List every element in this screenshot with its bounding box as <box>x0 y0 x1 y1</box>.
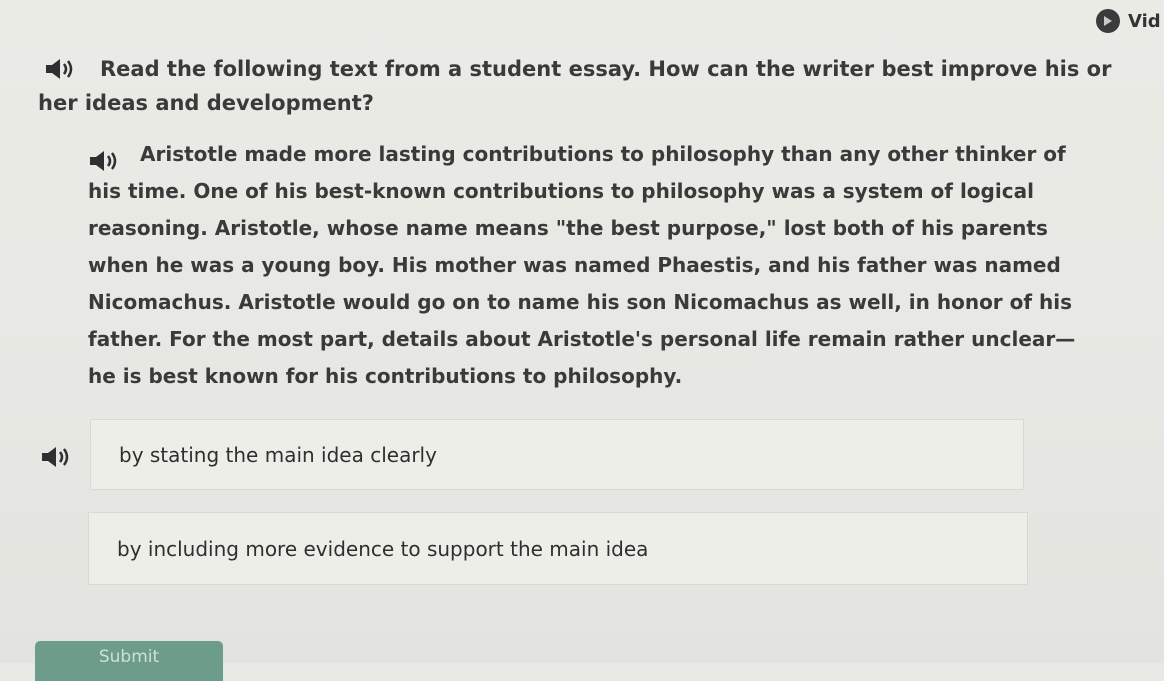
play-icon <box>1096 9 1120 33</box>
speaker-icon[interactable] <box>88 148 124 174</box>
answer-choice[interactable]: by stating the main idea clearly <box>90 419 1024 490</box>
page: Vid Read the following text from a stude… <box>0 0 1164 681</box>
speaker-icon[interactable] <box>44 56 80 82</box>
answer-choice-label: by including more evidence to support th… <box>117 536 649 561</box>
answer-choice-label: by stating the main idea clearly <box>119 442 437 467</box>
video-label: Vid <box>1128 10 1161 32</box>
video-button[interactable]: Vid <box>1096 8 1161 34</box>
passage-text: Aristotle made more lasting contribution… <box>88 142 1076 388</box>
submit-button[interactable]: Submit <box>35 641 223 681</box>
passage: Aristotle made more lasting contribution… <box>88 136 1088 395</box>
answer-choice[interactable]: by including more evidence to support th… <box>88 512 1028 585</box>
speaker-icon[interactable] <box>40 444 76 470</box>
question-text: Read the following text from a student e… <box>38 57 1112 115</box>
question: Read the following text from a student e… <box>38 52 1128 120</box>
